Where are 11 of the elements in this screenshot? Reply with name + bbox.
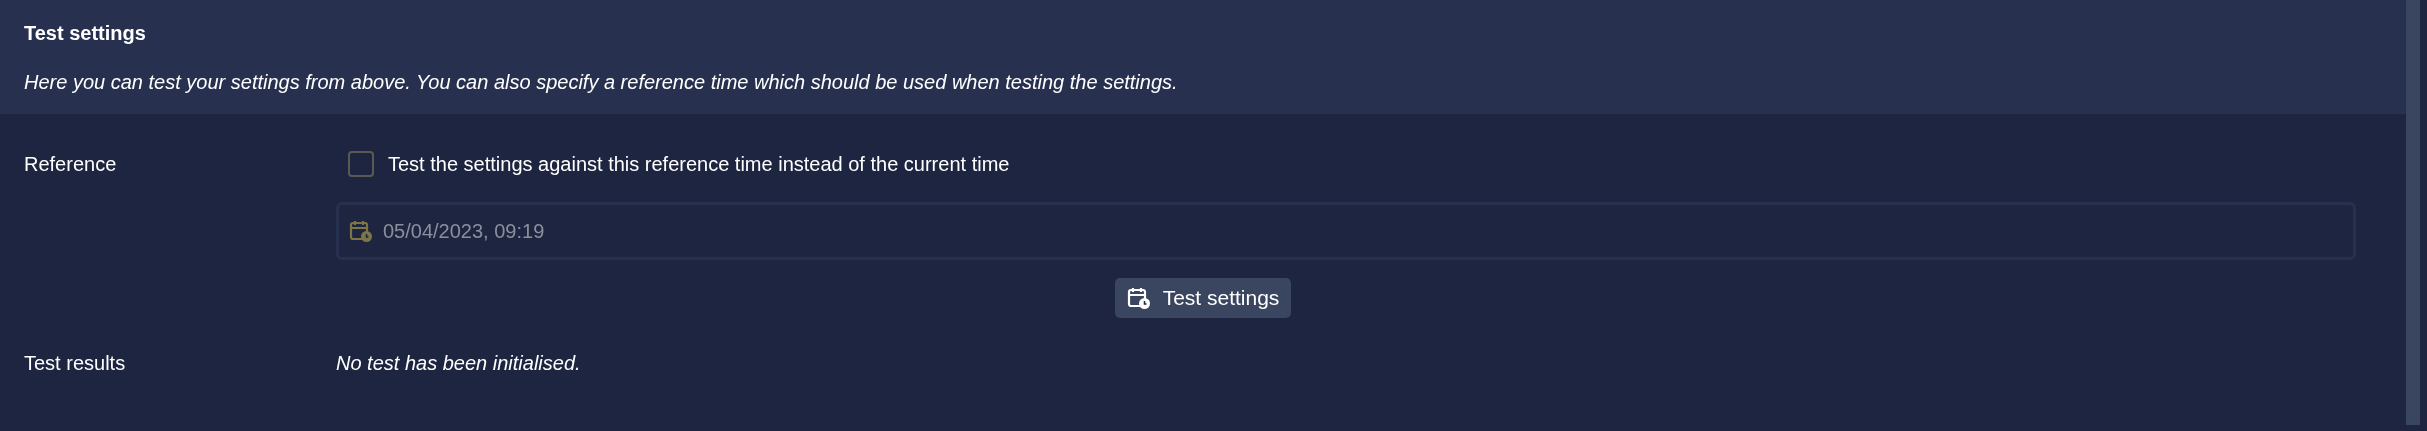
- checkbox-label: Test the settings against this reference time instead of the current time: [388, 152, 1010, 176]
- calendar-clock-icon: [1126, 286, 1151, 310]
- section-description: Here you can test your settings from above. You can also specify a reference time which should be used when testing the settings.: [24, 71, 1179, 94]
- scrollbar[interactable]: [2406, 0, 2420, 425]
- test-results-message: No test has been initialised.: [336, 352, 582, 375]
- reference-label: Reference: [24, 152, 118, 176]
- test-settings-button[interactable]: Test settings: [1114, 278, 1292, 318]
- calendar-clock-icon: [349, 219, 373, 243]
- checkbox[interactable]: [348, 151, 374, 177]
- section-title: Test settings: [24, 22, 147, 45]
- test-results-label: Test results: [24, 352, 127, 375]
